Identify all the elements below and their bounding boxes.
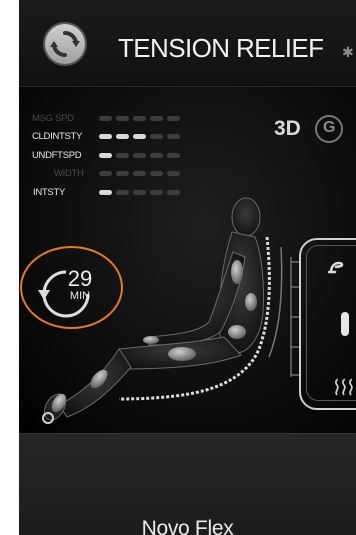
- device-name: Novo Flex: [141, 517, 234, 535]
- g-logo-icon: G: [315, 115, 343, 143]
- level-label: MSG SPD: [32, 113, 74, 124]
- level-label: INTSTY: [33, 187, 65, 198]
- level-label: WIDTH: [54, 168, 84, 179]
- level-row-massage-speed[interactable]: MSG SPD: [19, 113, 219, 127]
- heat-waves-icon: [334, 378, 353, 396]
- 3d-badge: 3D: [274, 117, 301, 140]
- level-label: CLDINTSTY: [32, 131, 83, 142]
- mode-refresh-button[interactable]: [45, 24, 85, 64]
- timer-unit: MIN: [69, 290, 91, 302]
- level-row-underfoot-speed[interactable]: UNDFTSPD: [19, 150, 219, 164]
- level-row-cold-intensity[interactable]: CLDINTSTY: [19, 131, 219, 145]
- level-row-width[interactable]: WIDTH: [19, 168, 219, 182]
- slider-handle[interactable]: [341, 312, 349, 336]
- timer-minutes: 29: [67, 266, 93, 291]
- level-row-intensity[interactable]: INTSTY: [19, 187, 219, 201]
- recline-hand-icon: [327, 261, 344, 274]
- level-label: UNDFTSPD: [32, 150, 82, 161]
- app-screen: TENSION RELIEF ✱ MSG SPD CLDINTSTY UNDFT…: [19, 0, 356, 535]
- recline-button[interactable]: [325, 256, 349, 280]
- program-title: TENSION RELIEF: [118, 33, 324, 63]
- refresh-icon: [50, 30, 80, 58]
- bluetooth-icon: ✱: [342, 44, 354, 60]
- heat-button[interactable]: [333, 378, 356, 398]
